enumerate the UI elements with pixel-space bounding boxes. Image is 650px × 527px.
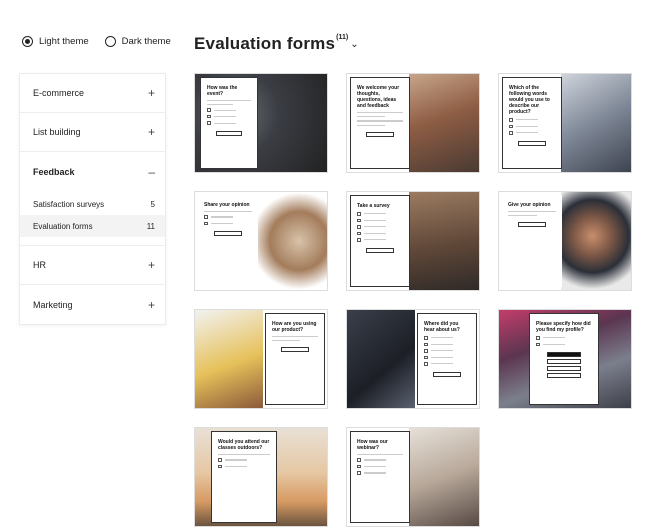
- sidebar-item-label: HR: [33, 260, 46, 270]
- card-title: Would you attend our classes outdoors?: [218, 439, 270, 451]
- page-header[interactable]: Evaluation forms (11) ⌄: [194, 34, 359, 54]
- card-photo: [561, 192, 631, 290]
- card-photo: [195, 310, 263, 408]
- submit-button[interactable]: [366, 247, 394, 253]
- card-form: Where did you hear about us?: [417, 313, 477, 405]
- template-card[interactable]: How are you using our product?: [194, 309, 328, 409]
- submit-button[interactable]: [517, 222, 547, 228]
- template-count: (11): [336, 34, 349, 41]
- card-form: How are you using our product?: [265, 313, 325, 405]
- card-form: Which of the following words would you u…: [502, 77, 562, 169]
- template-card[interactable]: How was the event?: [194, 73, 328, 173]
- subitem-label: Satisfaction surveys: [33, 199, 105, 209]
- plus-icon[interactable]: +: [148, 125, 155, 139]
- card-title: Share your opinion: [204, 202, 250, 208]
- sidebar-item-ecommerce[interactable]: E-commerce +: [20, 74, 165, 113]
- card-photo: [257, 192, 327, 290]
- dark-theme-option[interactable]: Dark theme: [104, 36, 171, 47]
- card-photo: [561, 74, 631, 172]
- card-title: How was our webinar?: [357, 439, 388, 451]
- category-sidebar: E-commerce + List building + Feedback – …: [19, 73, 166, 325]
- sidebar-item-feedback[interactable]: Feedback –: [20, 152, 165, 191]
- card-form: We welcome your thoughts, questions, ide…: [350, 77, 410, 169]
- sidebar-item-label: Feedback: [33, 166, 75, 177]
- feedback-subitems: Satisfaction surveys 5 Evaluation forms …: [20, 191, 165, 246]
- minus-icon[interactable]: –: [148, 165, 155, 179]
- card-title: Where did you hear about us?: [424, 321, 460, 333]
- template-card[interactable]: How was our webinar?: [346, 427, 480, 527]
- template-card[interactable]: We welcome your thoughts, questions, ide…: [346, 73, 480, 173]
- submit-button[interactable]: [366, 131, 394, 137]
- theme-switch: Light theme Dark theme: [22, 36, 187, 47]
- subitem-evaluation-forms[interactable]: Evaluation forms 11: [20, 215, 165, 237]
- subitem-satisfaction-surveys[interactable]: Satisfaction surveys 5: [20, 193, 165, 215]
- card-title: How was the event?: [207, 85, 238, 97]
- plus-icon[interactable]: +: [148, 86, 155, 100]
- template-card[interactable]: Take a survey: [346, 191, 480, 291]
- subitem-count: 11: [146, 221, 155, 231]
- template-card[interactable]: Which of the following words would you u…: [498, 73, 632, 173]
- template-card[interactable]: Would you attend our classes outdoors?: [194, 427, 328, 527]
- template-card[interactable]: Please specify how did you find my profi…: [498, 309, 632, 409]
- sidebar-item-label: Marketing: [33, 299, 73, 310]
- card-form: Would you attend our classes outdoors?: [211, 431, 277, 523]
- plus-icon[interactable]: +: [148, 258, 155, 272]
- sidebar-item-list-building[interactable]: List building +: [20, 113, 165, 152]
- template-card[interactable]: Where did you hear about us?: [346, 309, 480, 409]
- plus-icon[interactable]: +: [148, 298, 155, 312]
- card-photo: [409, 74, 479, 172]
- light-theme-option[interactable]: Light theme: [22, 36, 89, 47]
- option-button[interactable]: [547, 352, 581, 357]
- option-button[interactable]: [547, 366, 581, 371]
- card-form: Share your opinion: [198, 195, 258, 287]
- subitem-count: 5: [150, 199, 155, 209]
- template-card[interactable]: Give your opinion: [498, 191, 632, 291]
- option-button[interactable]: [547, 359, 581, 364]
- card-title: Give your opinion: [508, 202, 551, 208]
- card-photo: [409, 192, 479, 290]
- submit-button[interactable]: [433, 371, 461, 377]
- template-card[interactable]: Share your opinion: [194, 191, 328, 291]
- card-form: How was our webinar?: [350, 431, 410, 523]
- submit-button[interactable]: [215, 130, 243, 136]
- page-title: Evaluation forms: [194, 34, 336, 53]
- card-title: Which of the following words would you u…: [509, 85, 550, 115]
- sidebar-item-label: E-commerce: [33, 88, 85, 98]
- card-title: We welcome your thoughts, questions, ide…: [357, 85, 400, 109]
- submit-button[interactable]: [213, 231, 243, 237]
- card-photo: [347, 310, 415, 408]
- sidebar-item-hr[interactable]: HR +: [20, 246, 165, 285]
- chevron-down-icon[interactable]: ⌄: [350, 39, 358, 50]
- light-theme-radio[interactable]: [22, 36, 33, 47]
- sidebar-item-marketing[interactable]: Marketing +: [20, 285, 165, 324]
- sidebar-item-label: List building: [33, 127, 81, 137]
- card-form: Please specify how did you find my profi…: [529, 313, 599, 405]
- submit-button[interactable]: [518, 140, 546, 146]
- dark-theme-label: Dark theme: [121, 36, 171, 47]
- card-photo: [409, 428, 479, 526]
- subitem-label: Evaluation forms: [33, 221, 93, 231]
- light-theme-label: Light theme: [39, 36, 89, 47]
- card-form: Take a survey: [350, 195, 410, 287]
- card-form: Give your opinion: [502, 195, 562, 287]
- submit-button[interactable]: [281, 347, 309, 353]
- card-form: How was the event?: [200, 77, 258, 169]
- dark-theme-radio[interactable]: [104, 36, 116, 47]
- card-title: Take a survey: [357, 203, 390, 209]
- option-button[interactable]: [547, 373, 581, 378]
- card-title: How are you using our product?: [272, 321, 317, 333]
- card-title: Please specify how did you find my profi…: [536, 321, 591, 333]
